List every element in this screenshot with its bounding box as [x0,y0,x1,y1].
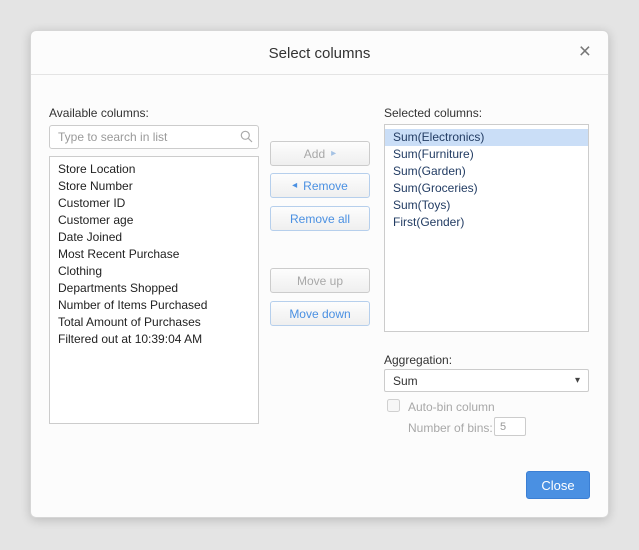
search-icon [240,130,253,143]
list-item[interactable]: Date Joined [50,229,258,246]
list-item[interactable]: Sum(Groceries) [385,180,588,197]
list-item[interactable]: Sum(Garden) [385,163,588,180]
move-up-button-label: Move up [297,274,343,288]
autobin-checkbox[interactable] [387,399,400,412]
add-button-label: Add [304,147,325,161]
list-item[interactable]: Store Location [50,161,258,178]
close-icon[interactable]: × [579,41,591,62]
available-columns-label: Available columns: [49,106,149,120]
autobin-label: Auto-bin column [408,400,495,414]
dialog-title: Select columns [31,45,608,62]
list-item[interactable]: Customer age [50,212,258,229]
search-input[interactable] [49,125,259,149]
number-of-bins-label: Number of bins: [408,421,493,435]
select-columns-dialog: Select columns × Available columns: Stor… [30,30,609,518]
list-item[interactable]: Most Recent Purchase [50,246,258,263]
arrow-left-icon: ◂ [292,181,297,191]
move-down-button[interactable]: Move down [270,301,370,326]
aggregation-label: Aggregation: [384,353,452,367]
list-item[interactable]: Departments Shopped [50,280,258,297]
available-columns-list[interactable]: Store LocationStore NumberCustomer IDCus… [49,156,259,424]
remove-button[interactable]: ◂ Remove [270,173,370,198]
list-item[interactable]: Customer ID [50,195,258,212]
list-item[interactable]: Store Number [50,178,258,195]
add-button[interactable]: Add ▸ [270,141,370,166]
remove-button-label: Remove [303,179,348,193]
selected-columns-label: Selected columns: [384,106,482,120]
list-item[interactable]: Sum(Furniture) [385,146,588,163]
remove-all-button[interactable]: Remove all [270,206,370,231]
selected-columns-list[interactable]: Sum(Electronics)Sum(Furniture)Sum(Garden… [384,124,589,332]
close-button[interactable]: Close [526,471,590,499]
arrow-right-icon: ▸ [331,149,336,159]
move-up-button[interactable]: Move up [270,268,370,293]
list-item[interactable]: Number of Items Purchased [50,297,258,314]
search-field [49,125,259,149]
dropdown-arrow-icon: ▾ [575,375,580,386]
list-item[interactable]: First(Gender) [385,214,588,231]
list-item[interactable]: Clothing [50,263,258,280]
dialog-header: Select columns × [31,31,608,75]
number-of-bins-input[interactable] [494,417,526,436]
list-item[interactable]: Sum(Toys) [385,197,588,214]
list-item[interactable]: Filtered out at 10:39:04 AM [50,331,258,348]
remove-all-button-label: Remove all [290,212,350,226]
move-down-button-label: Move down [289,307,350,321]
aggregation-selected-value: Sum [393,374,418,388]
aggregation-select[interactable]: Sum ▾ [384,369,589,392]
list-item[interactable]: Sum(Electronics) [385,129,588,146]
list-item[interactable]: Total Amount of Purchases [50,314,258,331]
